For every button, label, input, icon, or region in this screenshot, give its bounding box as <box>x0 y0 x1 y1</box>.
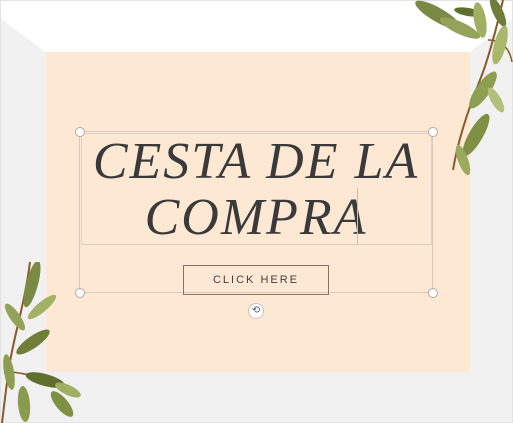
click-here-button[interactable]: CLICK HERE <box>183 265 329 295</box>
leaf-decoration-bottom-left <box>1 262 81 423</box>
rotate-icon[interactable]: ⟲ <box>248 303 264 319</box>
resize-handle-top-right[interactable] <box>428 127 438 137</box>
title-text[interactable]: CESTA DE LA COMPRA <box>84 134 428 246</box>
text-caret <box>357 188 358 244</box>
resize-handle-bottom-left[interactable] <box>75 288 85 298</box>
resize-handle-bottom-right[interactable] <box>428 288 438 298</box>
resize-handle-top-left[interactable] <box>75 127 85 137</box>
